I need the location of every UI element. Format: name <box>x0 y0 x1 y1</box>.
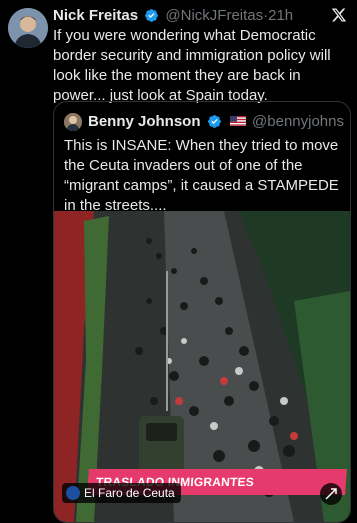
video-source-label[interactable]: El Faro de Ceuta <box>62 483 181 503</box>
tweet-header: Nick Freitas @NickJFreitas·21h <box>53 6 323 26</box>
x-logo-icon[interactable] <box>331 7 347 23</box>
quoted-author-avatar[interactable] <box>64 113 82 131</box>
author-name[interactable]: Nick Freitas <box>53 7 138 24</box>
author-handle[interactable]: @NickJFreitas <box>165 7 263 24</box>
expand-icon <box>325 488 337 500</box>
tweet-text: If you were wondering what Democratic bo… <box>53 27 331 104</box>
quoted-tweet-card[interactable]: Benny Johnson @bennyjohnson·1d This is I… <box>53 101 351 523</box>
quoted-author-handle[interactable]: @bennyjohnson <box>252 113 344 130</box>
source-name: El Faro de Ceuta <box>84 486 175 500</box>
tweet-time[interactable]: 21h <box>268 7 293 24</box>
flag-icon <box>229 116 246 126</box>
verified-badge-icon <box>145 9 159 22</box>
source-logo-icon <box>66 486 80 500</box>
expand-video-button[interactable] <box>320 483 342 505</box>
quoted-tweet-header: Benny Johnson @bennyjohnson·1d <box>88 112 344 132</box>
quoted-verified-badge-icon <box>207 115 221 128</box>
quoted-author-name[interactable]: Benny Johnson <box>88 113 201 130</box>
author-avatar[interactable] <box>8 8 48 48</box>
quoted-tweet-text: This is INSANE: When they tried to move … <box>64 137 339 214</box>
